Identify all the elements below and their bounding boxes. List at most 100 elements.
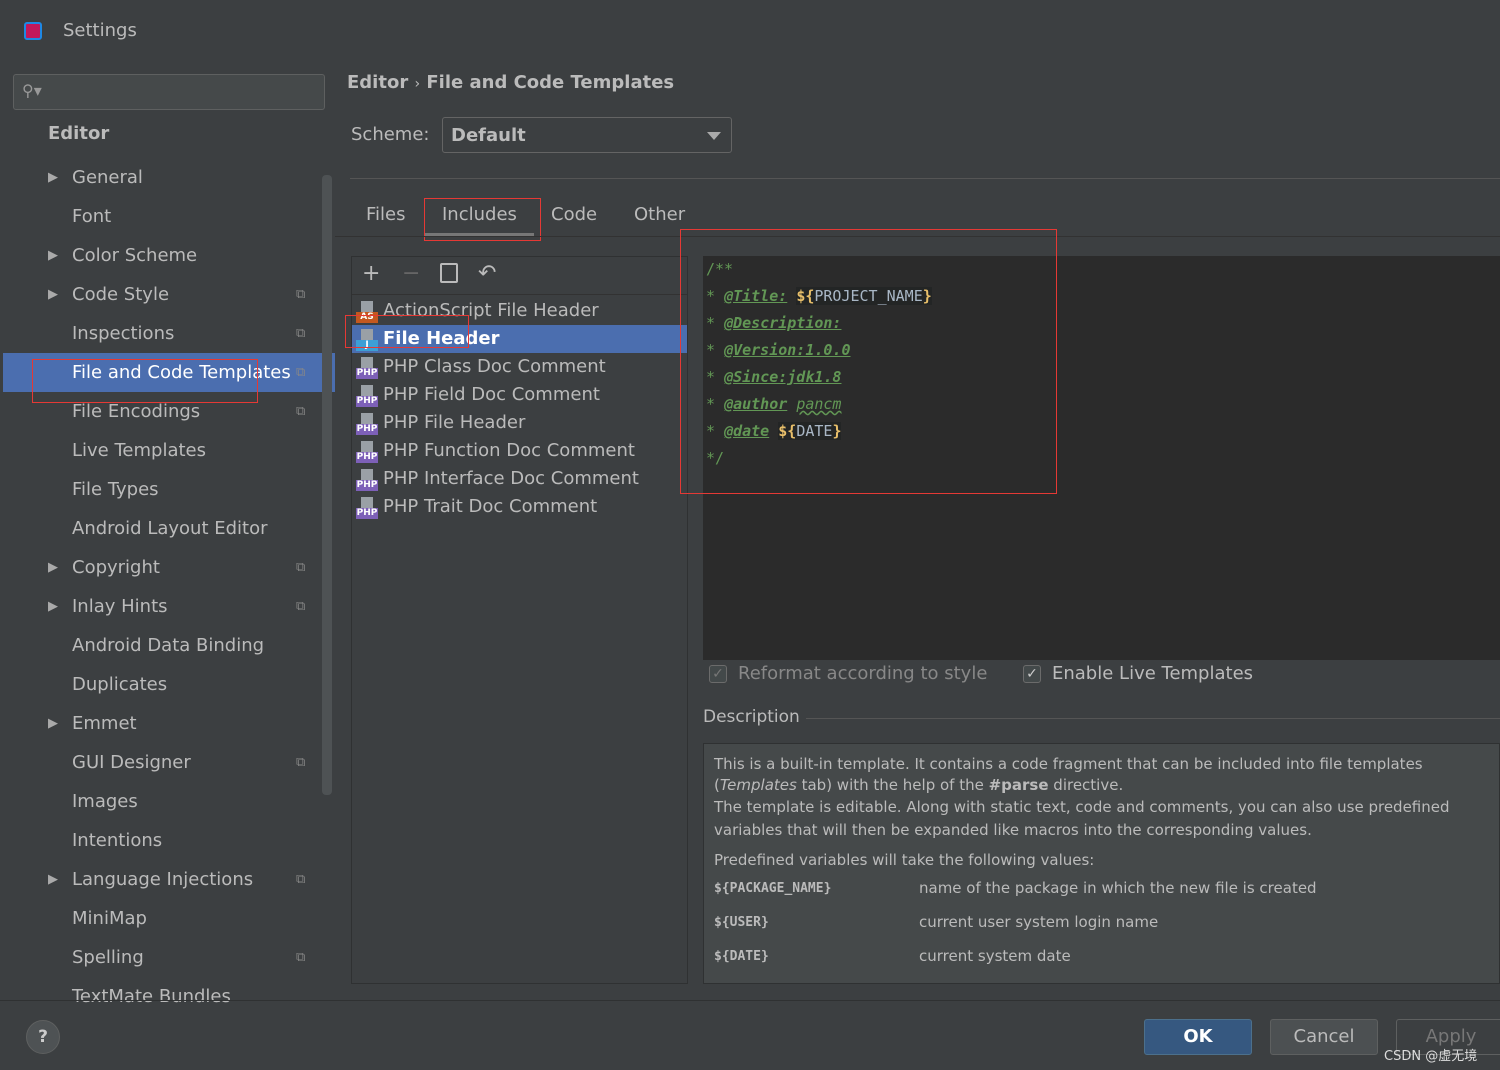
tab-other[interactable]: Other [634,204,685,225]
sidebar-item[interactable]: Live Templates [3,431,335,470]
sidebar-item-label: Android Layout Editor [72,518,268,539]
template-name: PHP Interface Doc Comment [383,468,639,489]
scheme-label: Scheme: [351,124,430,145]
sidebar-item[interactable]: ▶ Copyright ⧉ [3,548,335,587]
sidebar-item-label: GUI Designer [72,752,191,773]
var-desc: current user system login name [919,913,1159,931]
reformat-checkbox[interactable]: ✓ [709,665,727,683]
description-label: Description [703,707,800,727]
sidebar-item[interactable]: Spelling ⧉ [3,938,335,977]
expand-arrow-icon[interactable]: ▶ [48,587,58,626]
list-toolbar: + − ↶ [352,257,687,295]
template-list-item[interactable]: PHP PHP Function Doc Comment [352,437,687,465]
sidebar-item-label: Emmet [72,713,137,734]
expand-arrow-icon[interactable]: ▶ [48,158,58,197]
template-file-icon: PHP [356,357,378,379]
ok-button[interactable]: OK [1144,1019,1252,1055]
var-desc: current system date [919,947,1071,965]
live-templates-label[interactable]: Enable Live Templates [1052,663,1253,684]
sidebar-item-label: Android Data Binding [72,635,265,656]
sidebar-item[interactable]: Android Layout Editor [3,509,335,548]
breadcrumb-parent: Editor [347,72,409,93]
highlight-box [680,229,1057,494]
tab-files[interactable]: Files [366,204,406,225]
sidebar-item[interactable]: ▶ General [3,158,335,197]
expand-arrow-icon[interactable]: ▶ [48,548,58,587]
expand-arrow-icon[interactable]: ▶ [48,704,58,743]
highlight-box [32,359,258,403]
sidebar-item[interactable]: ▶ Emmet [3,704,335,743]
copy-icon[interactable] [440,263,458,283]
template-file-icon: PHP [356,469,378,491]
scheme-select[interactable]: Default [442,117,732,153]
expand-arrow-icon[interactable]: ▶ [48,275,58,314]
sidebar-item[interactable]: Duplicates [3,665,335,704]
project-copy-icon: ⧉ [296,326,306,341]
sidebar-item[interactable]: MiniMap [3,899,335,938]
template-list-item[interactable]: PHP PHP Class Doc Comment [352,353,687,381]
sidebar-item[interactable]: Images [3,782,335,821]
template-list-item[interactable]: PHP PHP File Header [352,409,687,437]
window-title: Settings [63,20,137,41]
sidebar-item[interactable]: ▶ Inlay Hints ⧉ [3,587,335,626]
breadcrumb-current: File and Code Templates [426,72,675,93]
highlight-box [424,198,541,241]
template-name: PHP Function Doc Comment [383,440,635,461]
search-input[interactable]: ⚲▾ [13,74,325,110]
sidebar-item-label: Spelling [72,947,144,968]
sidebar-item[interactable]: Intentions [3,821,335,860]
var-name: ${USER} [714,915,769,930]
project-copy-icon: ⧉ [296,365,306,380]
sidebar-item-label: Duplicates [72,674,168,695]
watermark: CSDN @虚无境 [1384,1049,1478,1064]
sidebar-item[interactable]: File Types [3,470,335,509]
title-bar [0,0,1500,64]
sidebar-item[interactable]: Font [3,197,335,236]
template-file-icon: PHP [356,441,378,463]
template-list-item[interactable]: PHP PHP Interface Doc Comment [352,465,687,493]
live-templates-checkbox[interactable]: ✓ [1023,665,1041,683]
project-copy-icon: ⧉ [296,404,306,419]
sidebar-item[interactable]: Inspections ⧉ [3,314,335,353]
sidebar-item[interactable]: TextMate Bundles [3,977,335,1016]
sidebar-scrollbar[interactable] [322,175,332,795]
help-button[interactable]: ? [26,1020,60,1054]
var-name: ${DATE} [714,949,769,964]
reset-icon[interactable]: ↶ [478,261,496,286]
cancel-button[interactable]: Cancel [1270,1019,1378,1055]
template-file-icon: PHP [356,385,378,407]
expand-arrow-icon[interactable]: ▶ [48,236,58,275]
tab-code[interactable]: Code [551,204,597,225]
project-copy-icon: ⧉ [296,755,306,770]
project-copy-icon: ⧉ [296,872,306,887]
sidebar-item-label: Color Scheme [72,245,198,266]
template-name: PHP Class Doc Comment [383,356,606,377]
sidebar-item[interactable]: ▶ Language Injections ⧉ [3,860,335,899]
var-desc: name of the package in which the new fil… [919,879,1317,897]
template-file-icon: PHP [356,497,378,519]
reformat-label[interactable]: Reformat according to style [738,663,987,684]
project-copy-icon: ⧉ [296,950,306,965]
sidebar-item[interactable]: ▶ Color Scheme [3,236,335,275]
divider [806,718,1500,719]
template-list-item[interactable]: PHP PHP Field Doc Comment [352,381,687,409]
description-paragraph: The template is editable. Along with sta… [714,798,1450,839]
sidebar-section-editor[interactable]: Editor [48,123,109,144]
project-copy-icon: ⧉ [296,287,306,302]
sidebar-item[interactable]: GUI Designer ⧉ [3,743,335,782]
template-file-icon: PHP [356,413,378,435]
sidebar-item-label: Inlay Hints [72,596,168,617]
sidebar-item-label: Language Injections [72,869,254,890]
remove-icon[interactable]: − [402,261,420,286]
scheme-value: Default [451,125,526,146]
sidebar-item[interactable]: ▶ Code Style ⧉ [3,275,335,314]
add-icon[interactable]: + [362,261,380,286]
description-paragraph: This is a built-in template. It contains… [714,755,1423,794]
template-list-item[interactable]: PHP PHP Trait Doc Comment [352,493,687,521]
expand-arrow-icon[interactable]: ▶ [48,860,58,899]
app-icon [24,22,42,40]
project-copy-icon: ⧉ [296,599,306,614]
search-icon: ⚲▾ [22,81,42,100]
sidebar-item-label: File Types [72,479,159,500]
sidebar-item[interactable]: Android Data Binding [3,626,335,665]
